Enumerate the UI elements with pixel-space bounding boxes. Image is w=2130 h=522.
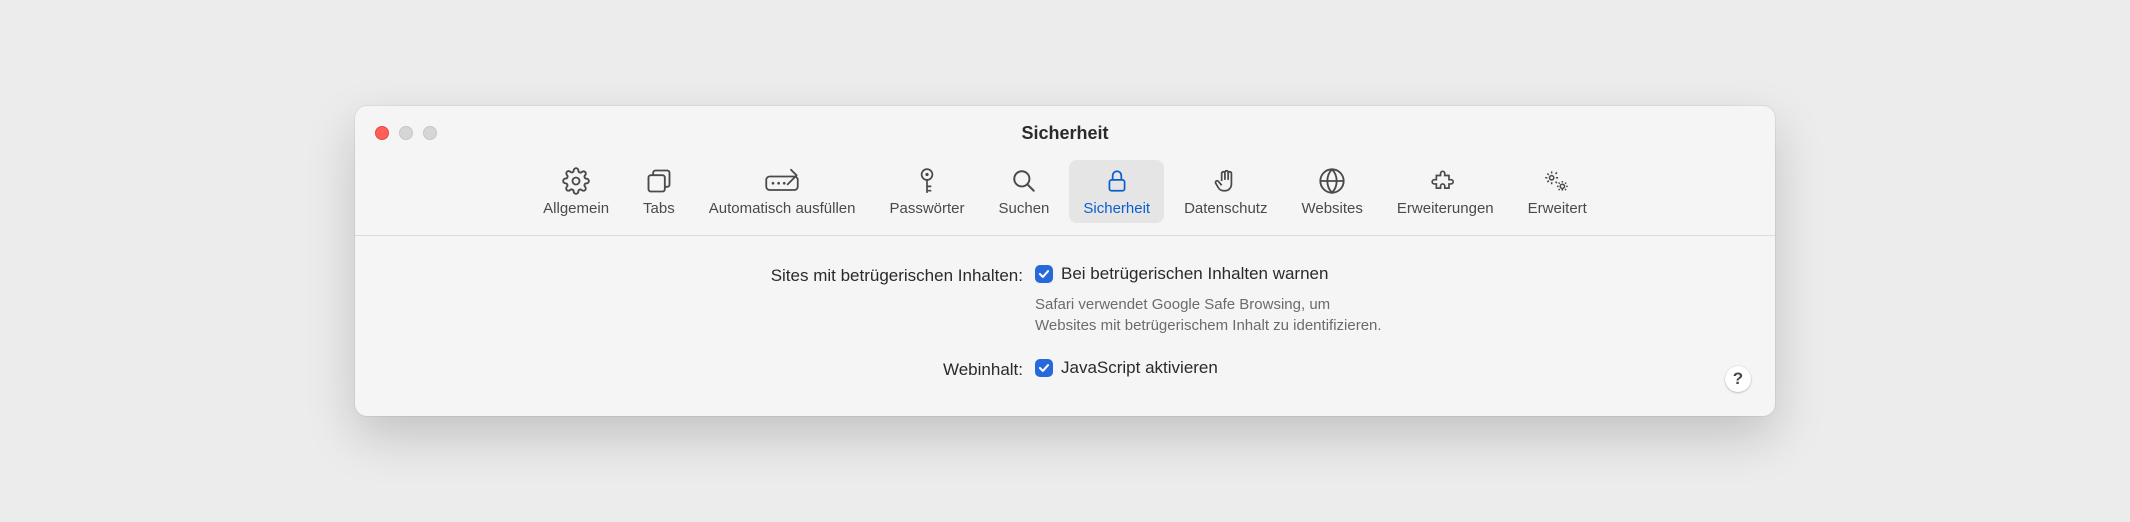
tab-security[interactable]: Sicherheit — [1069, 160, 1164, 223]
tab-privacy[interactable]: Datenschutz — [1170, 160, 1281, 223]
fraudulent-sites-label: Sites mit betrügerischen Inhalten: — [395, 264, 1035, 286]
tab-label: Allgemein — [543, 200, 609, 217]
gear-icon — [562, 166, 590, 196]
tab-search[interactable]: Suchen — [985, 160, 1064, 223]
fraudulent-warn-checkbox-label[interactable]: Bei betrügerischen Inhalten warnen — [1061, 264, 1328, 284]
tab-passwords[interactable]: Passwörter — [875, 160, 978, 223]
tab-advanced[interactable]: Erweitert — [1514, 160, 1601, 223]
globe-icon — [1318, 166, 1346, 196]
content-area: Sites mit betrügerischen Inhalten: Bei b… — [355, 236, 1775, 416]
fraudulent-sites-row: Sites mit betrügerischen Inhalten: Bei b… — [395, 264, 1735, 336]
javascript-enable-checkbox[interactable] — [1035, 359, 1053, 377]
zoom-window-button — [423, 126, 437, 140]
help-button[interactable]: ? — [1725, 366, 1751, 392]
window-title: Sicherheit — [1021, 123, 1108, 144]
close-window-button[interactable] — [375, 126, 389, 140]
tab-label: Datenschutz — [1184, 200, 1267, 217]
lock-icon — [1104, 166, 1130, 196]
tab-label: Automatisch ausfüllen — [709, 200, 856, 217]
tab-websites[interactable]: Websites — [1287, 160, 1376, 223]
puzzle-icon — [1431, 166, 1459, 196]
autofill-icon — [764, 166, 800, 196]
tab-autofill[interactable]: Automatisch ausfüllen — [695, 160, 870, 223]
minimize-window-button — [399, 126, 413, 140]
tab-label: Suchen — [999, 200, 1050, 217]
preferences-toolbar: Allgemein Tabs Automatisc — [355, 160, 1775, 236]
titlebar: Sicherheit — [355, 106, 1775, 160]
tab-label: Passwörter — [889, 200, 964, 217]
tab-tabs[interactable]: Tabs — [629, 160, 689, 223]
preferences-window: Sicherheit Allgemein Tabs — [355, 106, 1775, 416]
traffic-lights — [375, 126, 437, 140]
gears-icon — [1542, 166, 1572, 196]
fraudulent-warn-checkbox[interactable] — [1035, 265, 1053, 283]
tab-extensions[interactable]: Erweiterungen — [1383, 160, 1508, 223]
fraudulent-help-text: Safari verwendet Google Safe Browsing, u… — [1035, 294, 1395, 336]
tab-label: Erweitert — [1528, 200, 1587, 217]
tab-label: Websites — [1301, 200, 1362, 217]
tab-label: Sicherheit — [1083, 200, 1150, 217]
key-icon — [914, 166, 940, 196]
hand-icon — [1213, 166, 1239, 196]
tab-label: Erweiterungen — [1397, 200, 1494, 217]
javascript-enable-checkbox-label[interactable]: JavaScript aktivieren — [1061, 358, 1218, 378]
search-icon — [1011, 166, 1037, 196]
tab-label: Tabs — [643, 200, 675, 217]
webcontent-label: Webinhalt: — [395, 358, 1035, 380]
tabs-icon — [645, 166, 673, 196]
tab-general[interactable]: Allgemein — [529, 160, 623, 223]
webcontent-row: Webinhalt: JavaScript aktivieren — [395, 358, 1735, 380]
